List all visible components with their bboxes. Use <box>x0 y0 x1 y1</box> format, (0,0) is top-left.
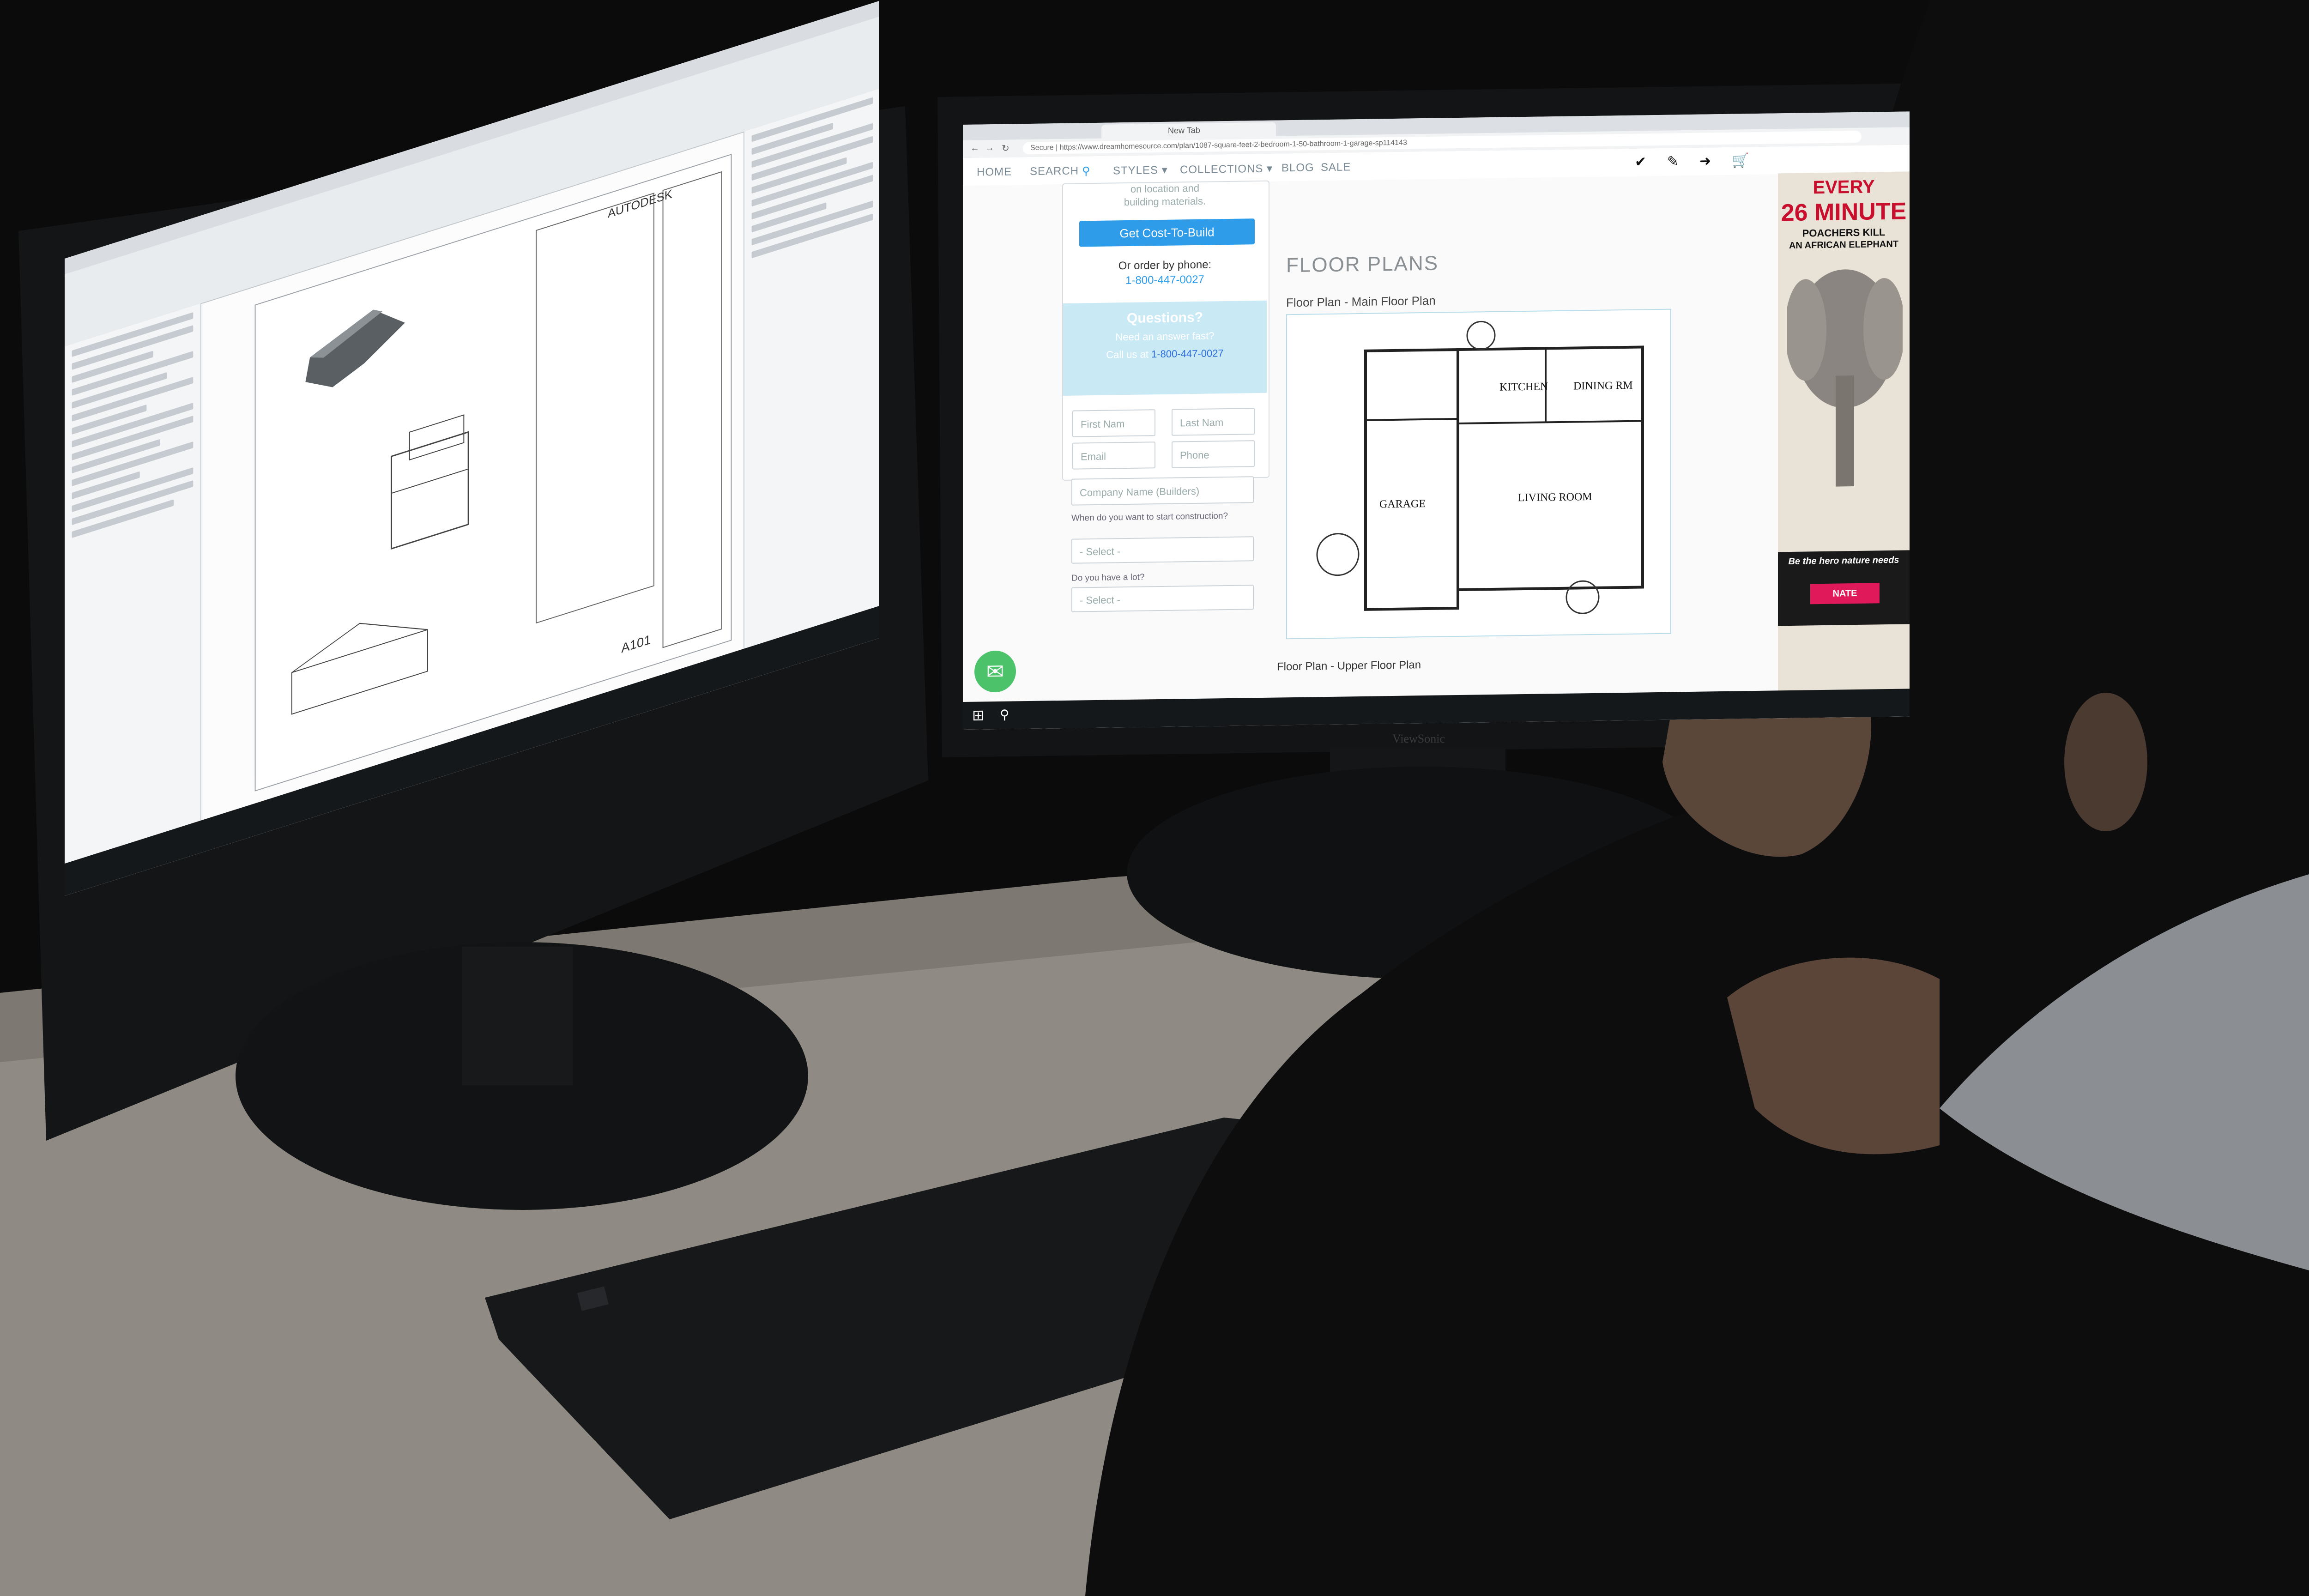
project-browser[interactable] <box>65 303 201 864</box>
room-kitchen: KITCHEN <box>1499 381 1548 393</box>
ad-line-1: EVERY <box>1813 176 1875 198</box>
lot-question: Do you have a lot? <box>1071 572 1145 583</box>
browser-tab-new[interactable]: New Tab <box>1161 122 1276 138</box>
phone-field[interactable]: Phone <box>1172 440 1255 468</box>
call-phone-link[interactable]: 1-800-447-0027 <box>1151 347 1224 360</box>
arrow-right-icon[interactable]: ➜ <box>1699 153 1711 169</box>
check-icon[interactable]: ✔ <box>1635 154 1647 170</box>
donate-button[interactable]: NATE <box>1810 583 1880 605</box>
ad-tagline: Be the hero nature needs <box>1788 555 1899 567</box>
browser-screen: New Tab ← → ↻ Secure | https://www.dream… <box>963 111 1910 730</box>
forward-icon[interactable]: → <box>985 143 994 153</box>
nav-collections[interactable]: COLLECTIONS ▾ <box>1180 162 1273 177</box>
nav-blog[interactable]: BLOG <box>1281 161 1314 175</box>
company-field[interactable]: Company Name (Builders) <box>1071 476 1254 506</box>
cost-sidebar: on location and building materials. Get … <box>1062 180 1269 481</box>
main-floor-caption: Floor Plan - Main Floor Plan <box>1286 293 1436 310</box>
search-icon[interactable]: ⚲ <box>1082 164 1091 178</box>
elephant-image <box>1787 269 1903 487</box>
start-question: When do you want to start construction? <box>1071 511 1228 523</box>
nav-styles[interactable]: STYLES ▾ <box>1113 163 1168 178</box>
room-dining: DINING RM <box>1573 380 1633 393</box>
nav-search[interactable]: SEARCH <box>1030 164 1079 178</box>
start-select[interactable]: - Select - <box>1071 536 1254 564</box>
ad-line-4: AN AFRICAN ELEPHANT <box>1789 239 1899 251</box>
back-icon[interactable]: ← <box>970 143 979 153</box>
lot-select[interactable]: - Select - <box>1071 585 1254 612</box>
get-cost-button[interactable]: Get Cost-To-Build <box>1079 218 1255 247</box>
browser-tab-1[interactable] <box>1101 123 1170 139</box>
reload-icon[interactable]: ↻ <box>1002 143 1009 154</box>
questions-box: Questions? Need an answer fast? Call us … <box>1063 300 1267 396</box>
questions-subtitle: Need an answer fast? <box>1115 330 1215 343</box>
nav-home[interactable]: HOME <box>977 166 1012 179</box>
ad-line-2: 26 MINUTE <box>1781 198 1907 227</box>
cost-note-2: building materials. <box>1124 195 1206 208</box>
windows-icon[interactable]: ⊞ <box>972 706 985 724</box>
order-phone-label: Or order by phone: <box>1118 258 1212 272</box>
mail-icon[interactable]: ✉ <box>974 650 1016 693</box>
email-field[interactable]: Email <box>1072 441 1155 470</box>
search-taskbar-icon[interactable]: ⚲ <box>1000 707 1009 722</box>
order-phone-link[interactable]: 1-800-447-0027 <box>1063 272 1267 288</box>
cart-icon[interactable]: 🛒 <box>1732 152 1749 169</box>
first-name-field[interactable]: First Nam <box>1072 409 1155 437</box>
properties-panel[interactable] <box>743 88 879 649</box>
floor-plan-image: KITCHEN DINING RM GARAGE LIVING ROOM <box>1316 320 1644 614</box>
room-living: LIVING ROOM <box>1518 491 1592 504</box>
last-name-field[interactable]: Last Nam <box>1172 408 1255 436</box>
call-line: Call us at 1-800-447-0027 <box>1106 347 1224 361</box>
upper-floor-caption: Floor Plan - Upper Floor Plan <box>1277 659 1421 673</box>
monitor-brand-label: ViewSonic <box>1392 732 1445 745</box>
ad-line-3: POACHERS KILL <box>1802 226 1886 239</box>
main-floor-plan[interactable]: KITCHEN DINING RM GARAGE LIVING ROOM <box>1286 308 1671 640</box>
cost-note-1: on location and <box>1130 182 1200 195</box>
room-garage: GARAGE <box>1379 498 1426 510</box>
ad-banner[interactable]: EVERY 26 MINUTE POACHERS KILL AN AFRICAN… <box>1778 171 1910 719</box>
pencil-icon[interactable]: ✎ <box>1667 153 1679 169</box>
questions-title: Questions? <box>1126 309 1203 326</box>
nav-sale[interactable]: SALE <box>1321 161 1351 174</box>
floor-plans-heading: FLOOR PLANS <box>1286 252 1439 277</box>
